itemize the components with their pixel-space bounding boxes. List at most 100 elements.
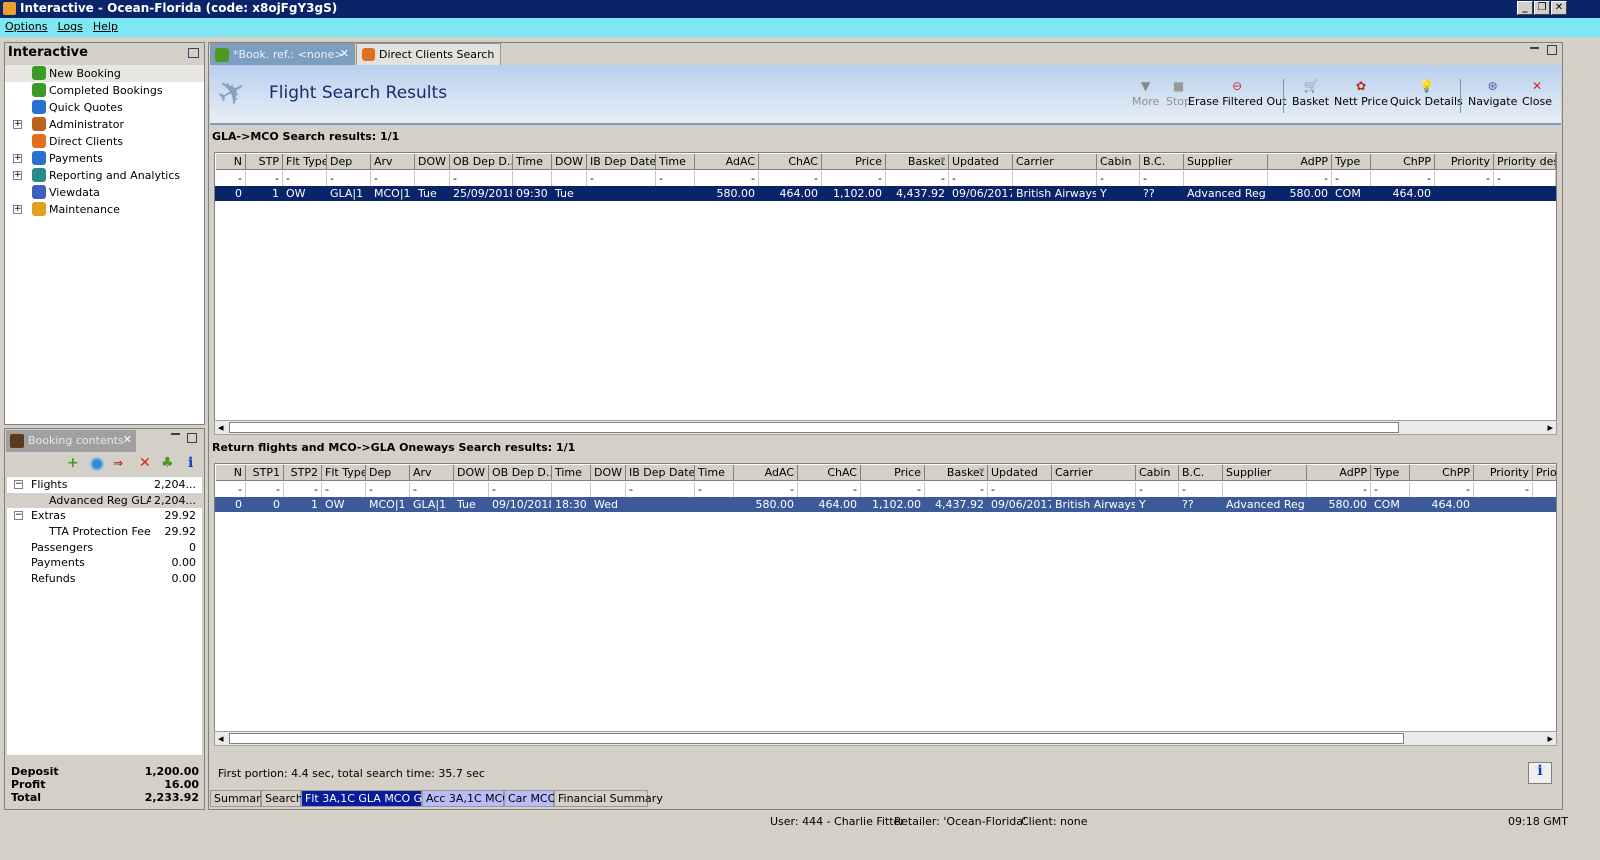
palm-tree-icon[interactable]: ♣ bbox=[161, 455, 174, 471]
filter-cell[interactable]: - bbox=[327, 171, 371, 186]
bottom-tab-search[interactable]: Search bbox=[261, 790, 303, 807]
column-header-arv[interactable]: Arv bbox=[410, 465, 454, 481]
booking-row[interactable]: Refunds 0.00 bbox=[7, 571, 202, 587]
filter-cell[interactable]: - bbox=[246, 171, 283, 186]
more-button[interactable]: ▼ More bbox=[1132, 79, 1159, 108]
filter-cell[interactable]: - bbox=[1097, 171, 1140, 186]
booking-row[interactable]: TTA Protection Fee 29.92 bbox=[7, 524, 202, 540]
close-tab-icon[interactable]: ✕ bbox=[340, 47, 349, 60]
refresh-clock-icon[interactable] bbox=[90, 457, 104, 471]
filter-row[interactable]: -------------------- bbox=[215, 482, 1556, 497]
filter-cell[interactable]: - bbox=[1494, 171, 1556, 186]
minimize-button[interactable]: _ bbox=[1517, 1, 1533, 15]
bottom-tab-flt-3a-1c-gla-mco-gla[interactable]: Flt 3A,1C GLA MCO GLA bbox=[301, 790, 436, 807]
menu-options[interactable]: Options bbox=[0, 18, 52, 35]
column-header-adac[interactable]: AdAC bbox=[695, 154, 759, 170]
minimize-panel-icon[interactable] bbox=[188, 48, 199, 58]
column-header-ob-dep-d-[interactable]: OB Dep D... bbox=[450, 154, 513, 170]
column-header-prior[interactable]: Prior bbox=[1533, 465, 1556, 481]
filter-cell[interactable]: - bbox=[759, 171, 822, 186]
column-header-dep[interactable]: Dep bbox=[327, 154, 371, 170]
filter-cell[interactable]: - bbox=[656, 171, 695, 186]
nav-item-maintenance[interactable]: + Maintenance bbox=[5, 201, 204, 218]
column-header-time[interactable]: Time bbox=[552, 465, 591, 481]
filter-cell[interactable] bbox=[513, 171, 552, 186]
nav-item-payments[interactable]: + Payments bbox=[5, 150, 204, 167]
column-header-b-c-[interactable]: B.C. bbox=[1179, 465, 1223, 481]
filter-cell[interactable] bbox=[591, 482, 626, 497]
column-header-supplier[interactable]: Supplier bbox=[1184, 154, 1268, 170]
nett-price-button[interactable]: ✿ Nett Price bbox=[1334, 79, 1388, 108]
header-row[interactable]: N STP1 STP2 Flt Type Dep Arv DOW OB Dep D... Tim… bbox=[215, 465, 1556, 481]
filter-cell[interactable]: - bbox=[1474, 482, 1533, 497]
column-header-price[interactable]: Price bbox=[822, 154, 886, 170]
bottom-tab-acc-3a-1c-mco[interactable]: Acc 3A,1C MCO bbox=[422, 790, 511, 807]
restore-button[interactable]: ❐ bbox=[1534, 1, 1550, 15]
booking-row[interactable]: − Extras 29.92 bbox=[7, 508, 202, 524]
nav-item-new-booking[interactable]: New Booking bbox=[5, 65, 204, 82]
table-row[interactable]: 0 0 1 OW MCO|1 GLA|1 Tue 09/10/2018 18:30 Wed 580.… bbox=[215, 497, 1556, 512]
filter-cell[interactable]: - bbox=[949, 171, 1013, 186]
filter-cell[interactable]: - bbox=[371, 171, 415, 186]
column-header-priority-desc[interactable]: Priority desc bbox=[1494, 154, 1556, 170]
filter-cell[interactable]: - bbox=[1179, 482, 1223, 497]
column-header-arv[interactable]: Arv bbox=[371, 154, 415, 170]
column-header-carrier[interactable]: Carrier bbox=[1052, 465, 1136, 481]
filter-cell[interactable]: - bbox=[695, 171, 759, 186]
column-header-cabin[interactable]: Cabin bbox=[1136, 465, 1179, 481]
filter-cell[interactable]: - bbox=[1268, 171, 1332, 186]
sort-desc-icon[interactable]: ▼ bbox=[940, 156, 945, 164]
nav-item-completed-bookings[interactable]: Completed Bookings bbox=[5, 82, 204, 99]
filter-cell[interactable]: - bbox=[489, 482, 552, 497]
delete-icon[interactable]: ✕ bbox=[139, 455, 151, 471]
filter-cell[interactable]: - bbox=[587, 171, 656, 186]
filter-cell[interactable]: - bbox=[246, 482, 284, 497]
add-icon[interactable]: + bbox=[67, 455, 79, 471]
column-header-time[interactable]: Time bbox=[513, 154, 552, 170]
maximize-panel-icon[interactable] bbox=[187, 433, 197, 443]
filter-cell[interactable] bbox=[1184, 171, 1268, 186]
nav-item-reporting-and-analytics[interactable]: + Reporting and Analytics bbox=[5, 167, 204, 184]
column-header-adpp[interactable]: AdPP bbox=[1268, 154, 1332, 170]
filter-cell[interactable]: - bbox=[1371, 482, 1410, 497]
bottom-tab-summary[interactable]: Summary bbox=[210, 790, 267, 807]
filter-cell[interactable]: - bbox=[822, 171, 886, 186]
return-horizontal-scrollbar[interactable]: ◂ ▸ bbox=[214, 731, 1557, 746]
expand-icon[interactable]: + bbox=[13, 205, 22, 214]
navigate-button[interactable]: ⊛ Navigate bbox=[1468, 79, 1517, 108]
column-header-dow[interactable]: DOW bbox=[415, 154, 450, 170]
filter-cell[interactable]: - bbox=[626, 482, 695, 497]
column-header-supplier[interactable]: Supplier bbox=[1223, 465, 1307, 481]
menu-help[interactable]: Help bbox=[88, 18, 123, 35]
column-header-type[interactable]: Type bbox=[1332, 154, 1371, 170]
scroll-thumb[interactable] bbox=[229, 422, 1399, 433]
filter-cell[interactable]: - bbox=[450, 171, 513, 186]
column-header-dep[interactable]: Dep bbox=[366, 465, 410, 481]
filter-cell[interactable] bbox=[415, 171, 450, 186]
erase-filtered-out-button[interactable]: ⊖ Erase Filtered Out bbox=[1188, 79, 1286, 108]
column-header-flt-type[interactable]: Flt Type bbox=[322, 465, 366, 481]
column-header-n[interactable]: N bbox=[216, 465, 246, 481]
bottom-tab-financial-summary[interactable]: Financial Summary bbox=[554, 790, 663, 807]
column-header-ib-dep-date[interactable]: IB Dep Date bbox=[626, 465, 695, 481]
column-header-time[interactable]: Time bbox=[656, 154, 695, 170]
filter-row[interactable]: -------------------- bbox=[215, 171, 1556, 186]
filter-cell[interactable]: - bbox=[322, 482, 366, 497]
filter-cell[interactable] bbox=[1013, 171, 1097, 186]
collapse-icon[interactable]: − bbox=[14, 480, 23, 489]
nav-item-administrator[interactable]: + Administrator bbox=[5, 116, 204, 133]
column-header-chac[interactable]: ChAC bbox=[759, 154, 822, 170]
filter-cell[interactable]: - bbox=[1410, 482, 1474, 497]
filter-cell[interactable]: - bbox=[284, 482, 322, 497]
sort-desc-icon[interactable]: ▼ bbox=[979, 467, 984, 475]
menu-logs[interactable]: Logs bbox=[52, 18, 87, 35]
filter-cell[interactable]: - bbox=[886, 171, 949, 186]
filter-cell[interactable]: - bbox=[410, 482, 454, 497]
column-header-n[interactable]: N bbox=[216, 154, 246, 170]
column-header-priority[interactable]: Priority bbox=[1435, 154, 1494, 170]
booking-contents-tab[interactable]: Booking contents ✕ bbox=[6, 430, 136, 452]
nav-item-viewdata[interactable]: Viewdata bbox=[5, 184, 204, 201]
header-row[interactable]: N STP Flt Type Dep Arv DOW OB Dep D... Time DOW I… bbox=[215, 154, 1556, 170]
filter-cell[interactable]: - bbox=[695, 482, 734, 497]
filter-cell[interactable] bbox=[552, 171, 587, 186]
